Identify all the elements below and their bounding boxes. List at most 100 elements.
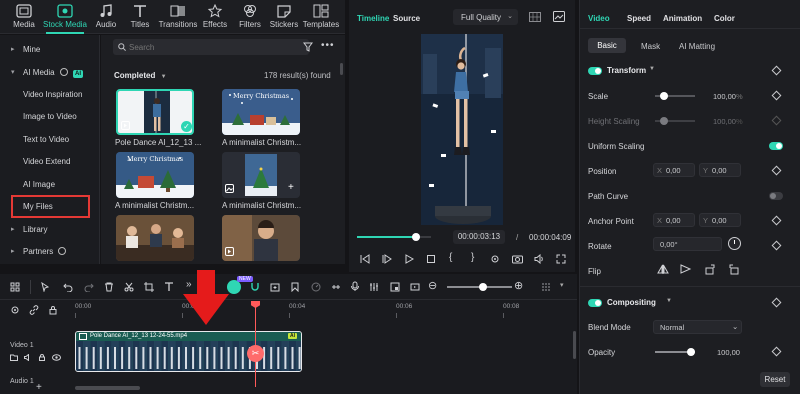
media-item-thumbnail[interactable]: Merry Christmas: [116, 152, 194, 198]
sidebar-item-ai-media[interactable]: ▾ AI Media AI: [0, 62, 100, 84]
scrollbar[interactable]: [340, 63, 343, 75]
keyframe-icon[interactable]: [771, 240, 782, 251]
progress-knob[interactable]: [412, 233, 421, 241]
keyframe-icon[interactable]: [771, 115, 782, 126]
sidebar-item-image-to-video[interactable]: Image to Video: [0, 106, 100, 128]
filter-icon[interactable]: [303, 42, 313, 52]
eye-icon[interactable]: [52, 354, 61, 361]
opacity-value[interactable]: 100,00: [717, 348, 740, 357]
settings-icon[interactable]: [10, 305, 20, 315]
slider-knob[interactable]: [660, 117, 668, 125]
rotate-right-icon[interactable]: [728, 264, 740, 275]
transform-toggle[interactable]: [588, 67, 602, 75]
link-icon[interactable]: [29, 305, 39, 315]
marker-icon[interactable]: [290, 282, 300, 292]
magnet-icon[interactable]: [250, 282, 260, 292]
current-time[interactable]: 00:00:03:13: [453, 230, 505, 244]
render-settings-icon[interactable]: [490, 254, 500, 264]
help-icon[interactable]: [59, 68, 68, 76]
play-icon[interactable]: [404, 254, 414, 264]
slider-knob[interactable]: [479, 283, 487, 291]
opacity-slider[interactable]: [655, 348, 695, 356]
zoom-out-icon[interactable]: ⊖: [428, 279, 437, 292]
anchor-y-input[interactable]: Y 0,00: [699, 213, 741, 227]
sidebar-item-video-inspiration[interactable]: Video Inspiration: [0, 84, 100, 106]
uniform-scaling-toggle[interactable]: [769, 142, 783, 150]
camera-icon[interactable]: [512, 254, 523, 264]
keyframe-icon[interactable]: [771, 65, 782, 76]
rotate-input[interactable]: 0,00°: [653, 237, 722, 251]
prev-frame-icon[interactable]: [360, 254, 370, 264]
mark-out-icon[interactable]: }: [471, 252, 474, 263]
tab-animation[interactable]: Animation: [663, 14, 702, 23]
keyframe-icon[interactable]: [771, 297, 782, 308]
media-item-thumbnail[interactable]: Merry Christmas: [222, 89, 300, 135]
play-reverse-icon[interactable]: [382, 254, 392, 264]
track-volume-icon[interactable]: [24, 354, 32, 361]
tab-video[interactable]: Video: [588, 14, 610, 23]
speed-icon[interactable]: [311, 282, 321, 292]
media-item-thumbnail[interactable]: +: [222, 152, 300, 198]
search-input[interactable]: [129, 40, 305, 54]
zoom-slider[interactable]: [447, 283, 512, 291]
sidebar-item-partners[interactable]: ▸ Partners: [0, 241, 100, 263]
sidebar-item-video-extend[interactable]: Video Extend: [0, 151, 100, 173]
mark-in-icon[interactable]: {: [449, 252, 452, 263]
text-tool-icon[interactable]: [164, 282, 174, 292]
lock-icon[interactable]: [48, 305, 58, 315]
tab-source[interactable]: Source: [393, 14, 420, 23]
sidebar-item-text-to-video[interactable]: Text to Video: [0, 129, 100, 151]
pip-icon[interactable]: [390, 282, 400, 292]
grid-view-icon[interactable]: [529, 12, 541, 22]
audio-stretch-icon[interactable]: [331, 282, 341, 292]
redo-icon[interactable]: [84, 282, 94, 292]
video-clip[interactable]: Pole Dance AI_12_13 12-24-55.mp4 AI: [75, 331, 302, 372]
crop-icon[interactable]: [144, 282, 154, 292]
height-value[interactable]: 100,00: [713, 117, 736, 126]
filter-dropdown[interactable]: Completed ▼: [114, 71, 167, 80]
subtab-ai-matting[interactable]: AI Matting: [679, 42, 715, 51]
position-y-input[interactable]: Y 0,00: [699, 163, 741, 177]
rotate-left-icon[interactable]: [704, 264, 716, 275]
scale-slider[interactable]: [655, 92, 695, 100]
position-x-input[interactable]: X 0,00: [653, 163, 695, 177]
caret-down-icon[interactable]: ▼: [666, 298, 672, 304]
tab-speed[interactable]: Speed: [627, 14, 651, 23]
keyframe-icon[interactable]: [771, 90, 782, 101]
undo-icon[interactable]: [63, 282, 73, 292]
stop-icon[interactable]: [426, 254, 436, 264]
add-icon[interactable]: +: [288, 183, 294, 193]
tab-timeline[interactable]: Timeline: [357, 14, 389, 23]
layout-icon[interactable]: [10, 282, 20, 292]
playhead[interactable]: [255, 301, 256, 387]
render-preview-icon[interactable]: [410, 282, 420, 292]
track-lock-icon[interactable]: [38, 354, 46, 361]
quality-dropdown[interactable]: Full Quality ⌄: [453, 9, 518, 25]
scissors-icon[interactable]: ✂: [247, 345, 264, 362]
sidebar-item-my-files[interactable]: My Files: [11, 195, 90, 218]
search-box[interactable]: [113, 39, 309, 55]
sidebar-item-ai-image[interactable]: AI Image: [0, 174, 100, 196]
sidebar-item-library[interactable]: ▸ Library: [0, 219, 100, 241]
slider-knob[interactable]: [660, 92, 668, 100]
keyframe-icon[interactable]: [771, 215, 782, 226]
keyframe-icon[interactable]: [771, 165, 782, 176]
rotate-dial[interactable]: [728, 237, 741, 250]
scale-value[interactable]: 100,00: [713, 92, 736, 101]
zoom-in-icon[interactable]: ⊕: [514, 279, 523, 292]
playback-progress[interactable]: [357, 233, 431, 241]
snapshot-icon[interactable]: [553, 11, 565, 22]
delete-icon[interactable]: [104, 282, 114, 292]
microphone-icon[interactable]: [350, 281, 360, 292]
flip-vertical-icon[interactable]: [680, 264, 692, 275]
media-item-thumbnail[interactable]: [116, 215, 194, 261]
timeline-ruler[interactable]: 00:00 00:02 00:04 00:06 00:08: [75, 301, 577, 319]
volume-icon[interactable]: [534, 254, 544, 264]
sidebar-item-mine[interactable]: ▸ Mine: [0, 39, 100, 61]
path-curve-toggle[interactable]: [769, 192, 783, 200]
slider-knob[interactable]: [687, 348, 695, 356]
caret-down-icon[interactable]: ▾: [560, 281, 564, 289]
split-icon[interactable]: [124, 282, 134, 292]
anchor-x-input[interactable]: X 0,00: [653, 213, 695, 227]
help-icon[interactable]: [58, 247, 67, 255]
